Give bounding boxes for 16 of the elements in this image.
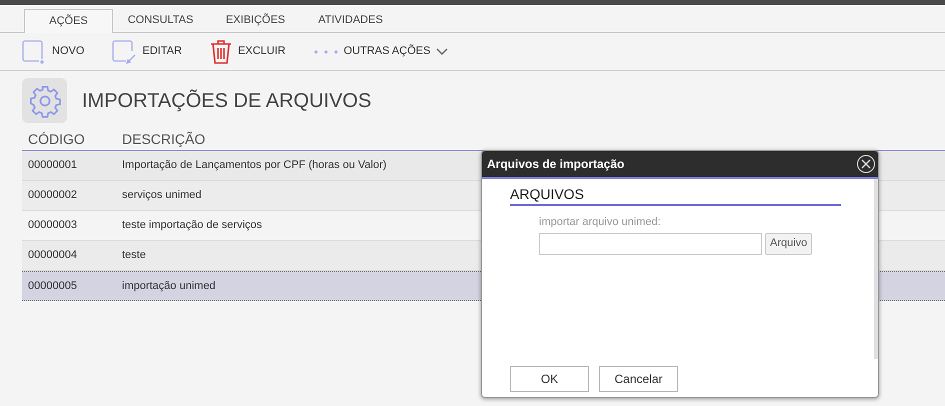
table-cell-text: 00000003 <box>27 218 78 234</box>
section-heading: ARQUIVOS <box>510 185 841 206</box>
column-header: CÓDIGO <box>27 130 86 148</box>
table-cell: teste importação de serviços <box>122 219 262 232</box>
dialog-title: Arquivos de importação <box>487 156 624 173</box>
table-cell: Importação de Lançamentos por CPF (horas ou Valor) <box>122 159 387 172</box>
table-cell: importação unimed <box>122 280 216 292</box>
table-cell: teste <box>122 249 146 262</box>
table-cell-text: 00000002 <box>27 188 78 204</box>
table-cell-text: 00000005 <box>27 278 78 294</box>
table-cell: serviços unimed <box>122 189 202 202</box>
field-label: importar arquivo unimed: <box>539 215 662 230</box>
column-header: DESCRIÇÃO <box>122 130 206 149</box>
table-cell-text: 00000001 <box>27 158 78 174</box>
page-title: IMPORTAÇÕES DE ARQUIVOS <box>82 88 372 114</box>
table-cell-text: 00000004 <box>27 248 78 264</box>
